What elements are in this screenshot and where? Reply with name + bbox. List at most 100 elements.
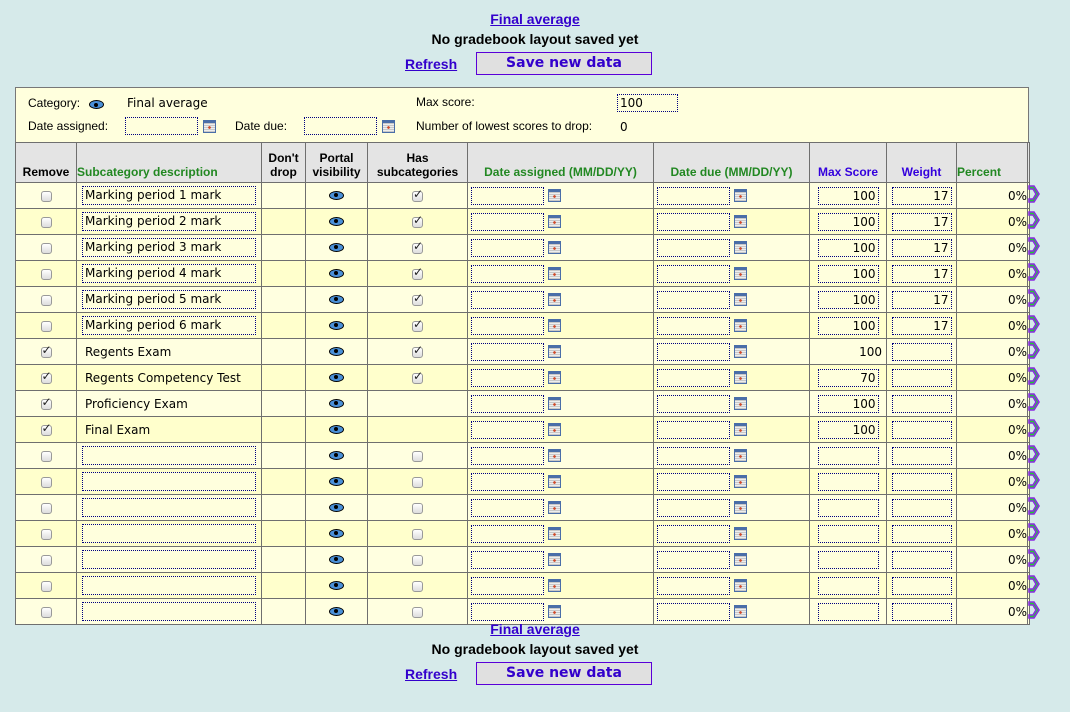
portal-visibility-eye-icon[interactable]	[329, 268, 344, 278]
calendar-icon[interactable]	[733, 605, 747, 618]
max-score-input[interactable]: 100	[817, 420, 879, 439]
date-assigned-input[interactable]	[471, 212, 544, 231]
calendar-icon[interactable]	[547, 579, 561, 592]
weight-input[interactable]	[891, 394, 952, 413]
max-score-input[interactable]: 70	[817, 368, 879, 387]
calendar-icon[interactable]	[547, 215, 561, 228]
category-date-due-input[interactable]	[304, 117, 377, 135]
calendar-icon[interactable]	[547, 553, 561, 566]
date-assigned-input[interactable]	[471, 316, 544, 335]
max-score-input[interactable]	[817, 524, 879, 543]
save-new-data-button-bottom[interactable]: Save new data	[476, 662, 652, 685]
portal-visibility-eye-icon[interactable]	[329, 476, 344, 486]
weight-input[interactable]	[891, 576, 952, 595]
go-arrow-icon[interactable]	[1028, 575, 1040, 596]
max-score-input[interactable]: 100	[817, 238, 879, 257]
date-due-input[interactable]	[657, 576, 730, 595]
calendar-icon[interactable]	[547, 397, 561, 410]
date-assigned-input[interactable]	[471, 420, 544, 439]
go-arrow-icon[interactable]	[1028, 419, 1040, 440]
calendar-icon[interactable]	[733, 293, 747, 306]
weight-input[interactable]	[891, 550, 952, 569]
portal-visibility-eye-icon[interactable]	[329, 424, 344, 434]
weight-input[interactable]: 17	[891, 238, 952, 257]
has-subcategories-checkbox[interactable]	[412, 502, 423, 514]
date-due-input[interactable]	[657, 238, 730, 257]
remove-checkbox[interactable]	[40, 554, 52, 566]
has-subcategories-checkbox[interactable]	[412, 580, 423, 592]
go-arrow-icon[interactable]	[1028, 549, 1040, 570]
calendar-icon[interactable]	[733, 579, 747, 592]
description-input[interactable]	[82, 602, 256, 621]
weight-input[interactable]	[891, 420, 952, 439]
date-due-input[interactable]	[657, 290, 730, 309]
date-due-input[interactable]	[657, 186, 730, 205]
portal-visibility-eye-icon[interactable]	[329, 190, 344, 200]
calendar-icon[interactable]	[547, 475, 561, 488]
weight-input[interactable]	[891, 472, 952, 491]
calendar-icon[interactable]	[733, 345, 747, 358]
has-subcategories-checkbox[interactable]	[412, 265, 423, 280]
final-average-link-bottom[interactable]: Final average	[490, 621, 580, 637]
go-arrow-icon[interactable]	[1028, 393, 1040, 414]
weight-input[interactable]: 17	[891, 212, 952, 231]
col-date-due[interactable]: Date due (MM/DD/YY)	[653, 142, 810, 183]
description-input[interactable]	[82, 472, 256, 491]
date-due-input[interactable]	[657, 420, 730, 439]
description-input[interactable]: Marking period 1 mark	[82, 186, 256, 205]
date-assigned-input[interactable]	[471, 264, 544, 283]
category-visibility-eye-icon[interactable]	[89, 98, 104, 112]
weight-input[interactable]: 17	[891, 316, 952, 335]
remove-checkbox[interactable]	[40, 268, 52, 280]
description-input[interactable]: Marking period 6 mark	[82, 316, 256, 335]
remove-checkbox[interactable]	[40, 580, 52, 592]
calendar-icon[interactable]	[547, 241, 561, 254]
col-date-assigned[interactable]: Date assigned (MM/DD/YY)	[467, 142, 654, 183]
date-assigned-input[interactable]	[471, 446, 544, 465]
go-arrow-icon[interactable]	[1028, 523, 1040, 544]
calendar-icon[interactable]	[733, 215, 747, 228]
date-due-input[interactable]	[657, 212, 730, 231]
date-assigned-input[interactable]	[471, 576, 544, 595]
weight-input[interactable]: 17	[891, 186, 952, 205]
calendar-icon[interactable]	[733, 423, 747, 436]
weight-input[interactable]	[891, 524, 952, 543]
remove-checkbox[interactable]	[40, 606, 52, 618]
date-assigned-input[interactable]	[471, 394, 544, 413]
date-due-input[interactable]	[657, 550, 730, 569]
calendar-icon[interactable]	[547, 371, 561, 384]
remove-checkbox[interactable]	[40, 242, 52, 254]
go-arrow-icon[interactable]	[1028, 315, 1040, 336]
portal-visibility-eye-icon[interactable]	[329, 320, 344, 330]
portal-visibility-eye-icon[interactable]	[329, 606, 344, 616]
description-input[interactable]: Marking period 5 mark	[82, 290, 256, 309]
has-subcategories-checkbox[interactable]	[412, 528, 423, 540]
category-date-assigned-input[interactable]	[125, 117, 198, 135]
max-score-input[interactable]: 100	[817, 264, 879, 283]
remove-checkbox[interactable]	[40, 476, 52, 488]
date-assigned-input[interactable]	[471, 290, 544, 309]
go-arrow-icon[interactable]	[1028, 445, 1040, 466]
weight-input[interactable]	[891, 498, 952, 517]
date-due-input[interactable]	[657, 524, 730, 543]
col-description[interactable]: Subcategory description	[76, 142, 262, 183]
weight-input[interactable]: 17	[891, 290, 952, 309]
calendar-icon[interactable]	[547, 449, 561, 462]
date-due-input[interactable]	[657, 602, 730, 621]
calendar-icon[interactable]	[547, 267, 561, 280]
date-due-input[interactable]	[657, 368, 730, 387]
portal-visibility-eye-icon[interactable]	[329, 528, 344, 538]
description-input[interactable]	[82, 446, 256, 465]
col-weight[interactable]: Weight	[886, 142, 957, 183]
go-arrow-icon[interactable]	[1028, 601, 1040, 622]
calendar-icon[interactable]	[733, 527, 747, 540]
go-arrow-icon[interactable]	[1028, 289, 1040, 310]
calendar-icon[interactable]	[733, 189, 747, 202]
portal-visibility-eye-icon[interactable]	[329, 554, 344, 564]
calendar-icon[interactable]	[733, 267, 747, 280]
max-score-input[interactable]: 100	[817, 290, 879, 309]
description-input[interactable]	[82, 524, 256, 543]
calendar-icon[interactable]	[733, 397, 747, 410]
portal-visibility-eye-icon[interactable]	[329, 294, 344, 304]
weight-input[interactable]: 17	[891, 264, 952, 283]
